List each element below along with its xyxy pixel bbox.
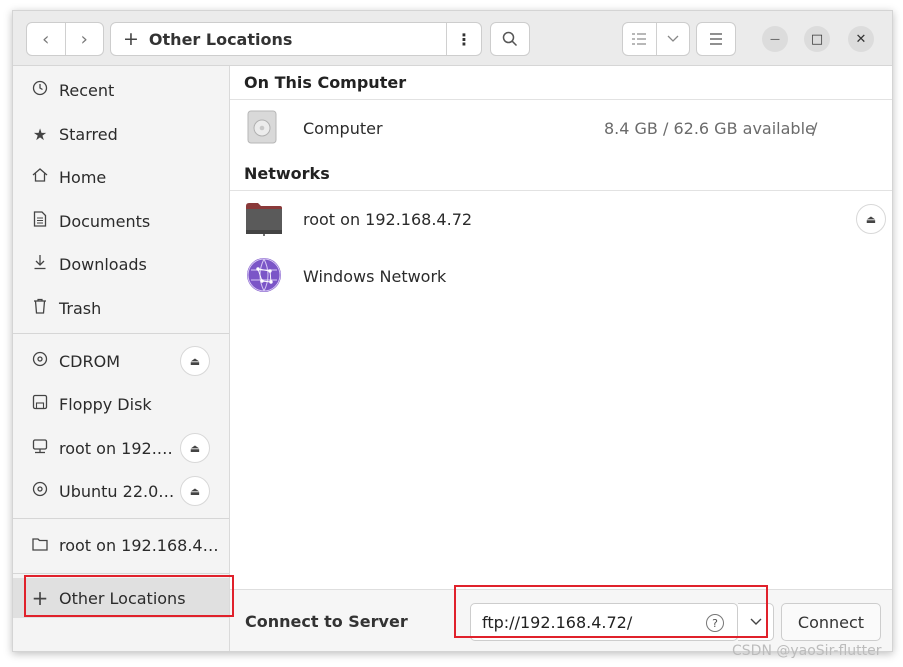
sidebar-item-label: Floppy Disk	[59, 394, 152, 414]
trash-icon	[30, 298, 50, 318]
sidebar-item-label: Recent	[59, 80, 115, 100]
sidebar-item-label: root on 192.168.4…	[59, 535, 219, 555]
sidebar-item-label: Ubuntu 22.0…	[59, 481, 175, 501]
network-drive-icon	[30, 438, 50, 458]
document-icon	[30, 211, 50, 231]
sidebar-separator	[13, 573, 229, 574]
close-icon: ✕	[855, 31, 867, 47]
sidebar-item-label: Trash	[59, 298, 102, 318]
sidebar-item-label: Home	[59, 167, 107, 187]
location-label: Other Locations	[148, 29, 293, 49]
location-row-windows-network[interactable]: Windows Network	[230, 251, 892, 301]
sidebar-item-documents[interactable]: Documents	[13, 201, 229, 241]
main-menu-button[interactable]	[696, 22, 736, 56]
sidebar-item-starred[interactable]: ★ Starred	[13, 114, 229, 154]
sidebar-separator	[13, 333, 229, 334]
file-manager-window: ‹ › + Other Locations ⋮ — □ ✕ Recent ★ S…	[12, 10, 893, 652]
forward-button[interactable]: ›	[66, 23, 104, 55]
list-view-button[interactable]	[623, 23, 657, 55]
download-icon	[30, 254, 50, 274]
chevron-right-icon: ›	[80, 28, 88, 50]
sidebar-item-label: root on 192.…	[59, 438, 173, 458]
chevron-down-icon	[667, 35, 679, 42]
clock-icon	[30, 80, 50, 100]
header-bar: ‹ › + Other Locations ⋮ — □ ✕	[13, 11, 892, 66]
minimize-button[interactable]: —	[762, 26, 788, 52]
location-name: root on 192.168.4.72	[303, 210, 473, 229]
eject-button[interactable]: ⏏	[180, 476, 210, 506]
location-name: Computer	[303, 119, 383, 138]
disc-icon	[30, 351, 50, 371]
eject-button[interactable]: ⏏	[180, 346, 210, 376]
list-view-icon	[632, 33, 647, 45]
sidebar-item-root-share[interactable]: root on 192.… ⏏	[13, 428, 229, 468]
home-icon	[30, 167, 50, 187]
section-header-computer: On This Computer	[244, 73, 407, 92]
location-row-computer[interactable]: Computer 8.4 GB / 62.6 GB available /	[230, 102, 892, 152]
sidebar-item-root-bookmark[interactable]: root on 192.168.4…	[13, 525, 229, 565]
view-options-button[interactable]	[657, 23, 690, 55]
location-bar[interactable]: + Other Locations ⋮	[110, 22, 482, 56]
eject-icon: ⏏	[189, 484, 201, 498]
location-row-root-share[interactable]: root on 192.168.4.72 ⏏	[230, 194, 892, 244]
chevron-left-icon: ‹	[42, 28, 50, 50]
sidebar-item-cdrom[interactable]: CDROM ⏏	[13, 341, 229, 381]
sidebar-separator	[13, 518, 229, 519]
eject-button[interactable]: ⏏	[180, 433, 210, 463]
eject-icon: ⏏	[189, 441, 201, 455]
sidebar-item-label: Starred	[59, 124, 118, 144]
search-icon	[502, 31, 518, 47]
highlight-box-server-address	[454, 585, 768, 638]
folder-icon	[30, 536, 50, 555]
connect-to-server-label: Connect to Server	[245, 612, 408, 631]
eject-button[interactable]: ⏏	[856, 204, 886, 234]
view-toggle-group	[622, 22, 690, 56]
sidebar-item-label: Downloads	[59, 254, 147, 274]
sidebar-item-downloads[interactable]: Downloads	[13, 244, 229, 284]
sidebar-item-recent[interactable]: Recent	[13, 70, 229, 110]
disc-icon	[30, 481, 50, 501]
path-menu-button[interactable]: ⋮	[446, 23, 481, 55]
back-button[interactable]: ‹	[27, 23, 66, 55]
sidebar-item-label: Documents	[59, 211, 151, 231]
section-divider	[230, 99, 892, 100]
eject-icon: ⏏	[865, 212, 877, 226]
navigation-buttons: ‹ ›	[26, 22, 104, 56]
hard-drive-icon	[247, 110, 277, 148]
sidebar-item-label: CDROM	[59, 351, 121, 371]
location-name: Windows Network	[303, 267, 447, 286]
network-folder-icon	[245, 201, 283, 241]
highlight-box-other-locations	[24, 575, 234, 617]
hamburger-menu-icon	[710, 33, 722, 45]
sidebar-item-home[interactable]: Home	[13, 157, 229, 197]
maximize-button[interactable]: □	[804, 26, 830, 52]
mount-point: /	[812, 119, 818, 138]
network-globe-icon	[246, 257, 282, 297]
connect-button[interactable]: Connect	[781, 603, 881, 641]
minimize-icon: —	[770, 33, 780, 45]
places-sidebar: Recent ★ Starred Home Documents Download…	[13, 66, 230, 651]
sidebar-item-ubuntu[interactable]: Ubuntu 22.0… ⏏	[13, 471, 229, 511]
sidebar-item-floppy[interactable]: Floppy Disk	[13, 384, 229, 424]
storage-space: 8.4 GB / 62.6 GB available	[604, 119, 815, 138]
plus-icon: +	[123, 28, 139, 50]
section-header-networks: Networks	[244, 164, 330, 183]
search-button[interactable]	[490, 22, 530, 56]
close-button[interactable]: ✕	[848, 26, 874, 52]
other-locations-view: On This Computer Computer 8.4 GB / 62.6 …	[230, 66, 892, 651]
watermark: CSDN @yaoSir-flutter	[732, 643, 882, 659]
floppy-icon	[30, 394, 50, 414]
maximize-icon: □	[810, 31, 824, 47]
eject-icon: ⏏	[189, 354, 201, 368]
sidebar-item-trash[interactable]: Trash	[13, 288, 229, 328]
section-divider	[230, 190, 892, 191]
star-icon: ★	[32, 124, 48, 144]
